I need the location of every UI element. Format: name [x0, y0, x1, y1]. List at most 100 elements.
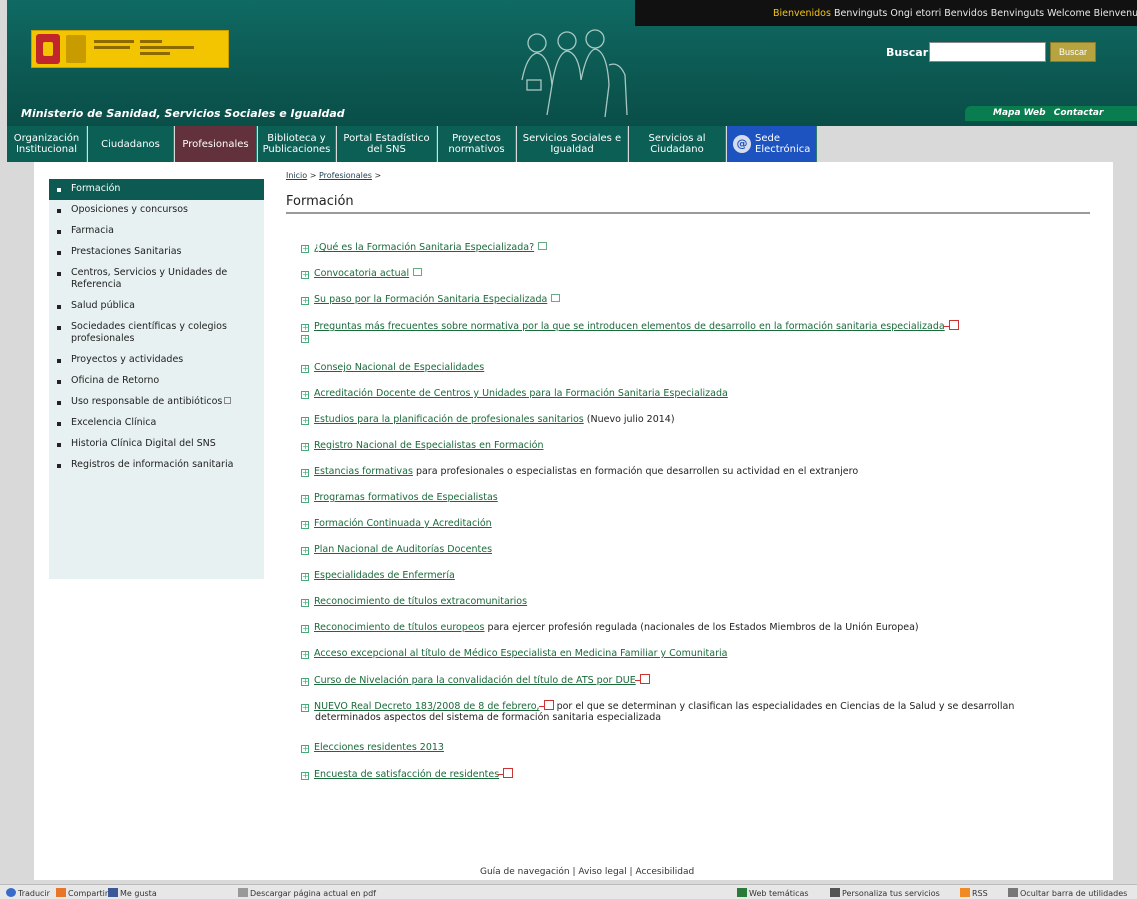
rss-button[interactable]: RSS	[960, 888, 988, 898]
list-item: + Programas formativos de Especialistas	[301, 492, 1101, 503]
expand-icon[interactable]: +	[301, 521, 309, 529]
footer-link-guia[interactable]: Guía de navegación	[480, 867, 570, 877]
expand-icon[interactable]: +	[301, 271, 309, 279]
nav-sede-electronica[interactable]: @ Sede Electrónica	[727, 126, 817, 162]
footer-link-accesibilidad[interactable]: Accesibilidad	[635, 867, 694, 877]
hide-toolbar-button[interactable]: Ocultar barra de utilidades	[1008, 888, 1127, 898]
item-link[interactable]: Estancias formativas	[314, 466, 413, 477]
expand-icon[interactable]: +	[301, 443, 309, 451]
search-input[interactable]	[929, 42, 1046, 62]
share-button[interactable]: Compartir	[56, 888, 108, 898]
download-pdf-button[interactable]: Descargar página actual en pdf	[238, 888, 376, 898]
sidebar-item-proyectos[interactable]: Proyectos y actividades	[49, 350, 264, 371]
sidebar-item-registros[interactable]: Registros de información sanitaria	[49, 455, 264, 476]
item-link[interactable]: ¿Qué es la Formación Sanitaria Especiali…	[314, 242, 534, 253]
sidebar-item-farmacia[interactable]: Farmacia	[49, 221, 264, 242]
sidebar-item-label: Uso responsable de antibióticos	[71, 396, 223, 407]
thematic-webs-button[interactable]: Web temáticas	[737, 888, 809, 898]
sidebar-item-excelencia[interactable]: Excelencia Clínica	[49, 413, 264, 434]
download-icon	[238, 888, 248, 897]
item-link[interactable]: Consejo Nacional de Especialidades	[314, 362, 484, 373]
sidebar-item-centros[interactable]: Centros, Servicios y Unidades de Referen…	[49, 263, 264, 296]
expand-icon[interactable]: +	[301, 651, 309, 659]
item-link[interactable]: Encuesta de satisfacción de residentes	[314, 769, 499, 780]
expand-icon[interactable]: +	[301, 599, 309, 607]
sidebar-item-salud-publica[interactable]: Salud pública	[49, 296, 264, 317]
nav-organizacion[interactable]: Organización Institucional	[7, 126, 87, 162]
expand-icon[interactable]: +	[301, 365, 309, 373]
nav-servicios-sociales[interactable]: Servicios Sociales e Igualdad	[517, 126, 628, 162]
expand-icon[interactable]: +	[301, 417, 309, 425]
item-link[interactable]: Preguntas más frecuentes sobre normativa…	[314, 321, 945, 332]
sidebar-item-formacion[interactable]: Formación	[49, 179, 264, 200]
nav-portal-estadistico[interactable]: Portal Estadístico del SNS	[337, 126, 437, 162]
content-panel: Formación Oposiciones y concursos Farmac…	[34, 162, 1113, 880]
list-item: + Encuesta de satisfacción de residentes	[301, 768, 1101, 780]
expand-icon[interactable]: +	[301, 469, 309, 477]
item-link[interactable]: Especialidades de Enfermería	[314, 570, 455, 581]
nav-ciudadanos[interactable]: Ciudadanos	[88, 126, 174, 162]
item-link[interactable]: Reconocimiento de títulos extracomunitar…	[314, 596, 527, 607]
sidebar-menu: Formación Oposiciones y concursos Farmac…	[49, 179, 264, 579]
item-link[interactable]: Acreditación Docente de Centros y Unidad…	[314, 388, 728, 399]
expand-icon[interactable]: +	[301, 391, 309, 399]
item-link[interactable]: Acceso excepcional al título de Médico E…	[314, 648, 727, 659]
list-item: + Curso de Nivelación para la convalidaci…	[301, 674, 1101, 686]
expand-icon[interactable]: +	[301, 573, 309, 581]
item-link[interactable]: Elecciones residentes 2013	[314, 742, 444, 753]
item-link[interactable]: Su paso por la Formación Sanitaria Espec…	[314, 294, 547, 305]
sidebar-item-sociedades[interactable]: Sociedades científicas y colegios profes…	[49, 317, 264, 350]
expand-icon[interactable]: +	[301, 324, 309, 332]
nav-proyectos-normativos[interactable]: Proyectos normativos	[438, 126, 516, 162]
list-item: + Su paso por la Formación Sanitaria Espe…	[301, 294, 1101, 305]
expand-icon[interactable]: +	[301, 745, 309, 753]
site-map-link[interactable]: Mapa Web	[993, 108, 1046, 118]
contact-link[interactable]: Contactar	[1054, 108, 1104, 118]
expand-icon[interactable]: +	[301, 547, 309, 555]
breadcrumb-section[interactable]: Profesionales	[319, 171, 372, 180]
expand-icon[interactable]: +	[301, 704, 309, 712]
list-item: + Plan Nacional de Auditorías Docentes	[301, 544, 1101, 555]
sidebar-item-prestaciones[interactable]: Prestaciones Sanitarias	[49, 242, 264, 263]
expand-icon[interactable]: +	[301, 625, 309, 633]
list-item: + Acreditación Docente de Centros y Unida…	[301, 388, 1101, 399]
pdf-icon	[538, 700, 554, 710]
item-link[interactable]: NUEVO Real Decreto 183/2008 de 8 de febr…	[314, 701, 540, 712]
nav-biblioteca[interactable]: Biblioteca y Publicaciones	[258, 126, 336, 162]
nav-servicios-ciudadano[interactable]: Servicios al Ciudadano	[629, 126, 726, 162]
search-button[interactable]: Buscar	[1050, 42, 1096, 62]
footer-link-aviso[interactable]: Aviso legal	[578, 867, 626, 877]
personalize-button[interactable]: Personaliza tus servicios	[830, 888, 940, 898]
sidebar-item-oposiciones[interactable]: Oposiciones y concursos	[49, 200, 264, 221]
list-item: + Formación Continuada y Acreditación	[301, 518, 1101, 529]
expand-icon[interactable]: +	[301, 678, 309, 686]
list-item: + Consejo Nacional de Especialidades	[301, 362, 1101, 373]
sidebar-item-historia-clinica[interactable]: Historia Clínica Digital del SNS	[49, 434, 264, 455]
expand-icon[interactable]: +	[301, 335, 309, 343]
item-link[interactable]: Reconocimiento de títulos europeos	[314, 622, 485, 633]
utility-links: Mapa Web Contactar	[965, 106, 1137, 121]
translate-button[interactable]: Traducir	[6, 888, 50, 898]
item-link[interactable]: Estudios para la planificación de profes…	[314, 414, 584, 425]
breadcrumb-home[interactable]: Inicio	[286, 171, 307, 180]
footer-links: Guía de navegación | Aviso legal | Acces…	[480, 867, 695, 877]
item-link[interactable]: Formación Continuada y Acreditación	[314, 518, 492, 529]
expand-icon[interactable]: +	[301, 772, 309, 780]
government-logo[interactable]	[31, 30, 229, 68]
sidebar-item-oficina-retorno[interactable]: Oficina de Retorno	[49, 371, 264, 392]
item-link[interactable]: Convocatoria actual	[314, 268, 409, 279]
utility-toolbar: Traducir Compartir Me gusta Descargar pá…	[0, 884, 1137, 899]
expand-icon[interactable]: +	[301, 297, 309, 305]
item-link[interactable]: Programas formativos de Especialistas	[314, 492, 498, 503]
expand-icon[interactable]: +	[301, 495, 309, 503]
like-button[interactable]: Me gusta	[108, 888, 157, 898]
item-link[interactable]: Curso de Nivelación para la convalidació…	[314, 675, 636, 686]
ministry-name: Ministerio de Sanidad, Servicios Sociale…	[21, 107, 345, 120]
expand-icon[interactable]: +	[301, 245, 309, 253]
sidebar-item-antibioticos[interactable]: Uso responsable de antibióticos	[49, 392, 264, 413]
item-link[interactable]: Registro Nacional de Especialistas en Fo…	[314, 440, 543, 451]
list-item: + Reconocimiento de títulos extracomunita…	[301, 596, 1101, 607]
nav-profesionales[interactable]: Profesionales	[175, 126, 257, 162]
item-link[interactable]: Plan Nacional de Auditorías Docentes	[314, 544, 492, 555]
language-links[interactable]: Benvinguts Ongi etorri Benvidos Benvingu…	[834, 8, 1137, 19]
